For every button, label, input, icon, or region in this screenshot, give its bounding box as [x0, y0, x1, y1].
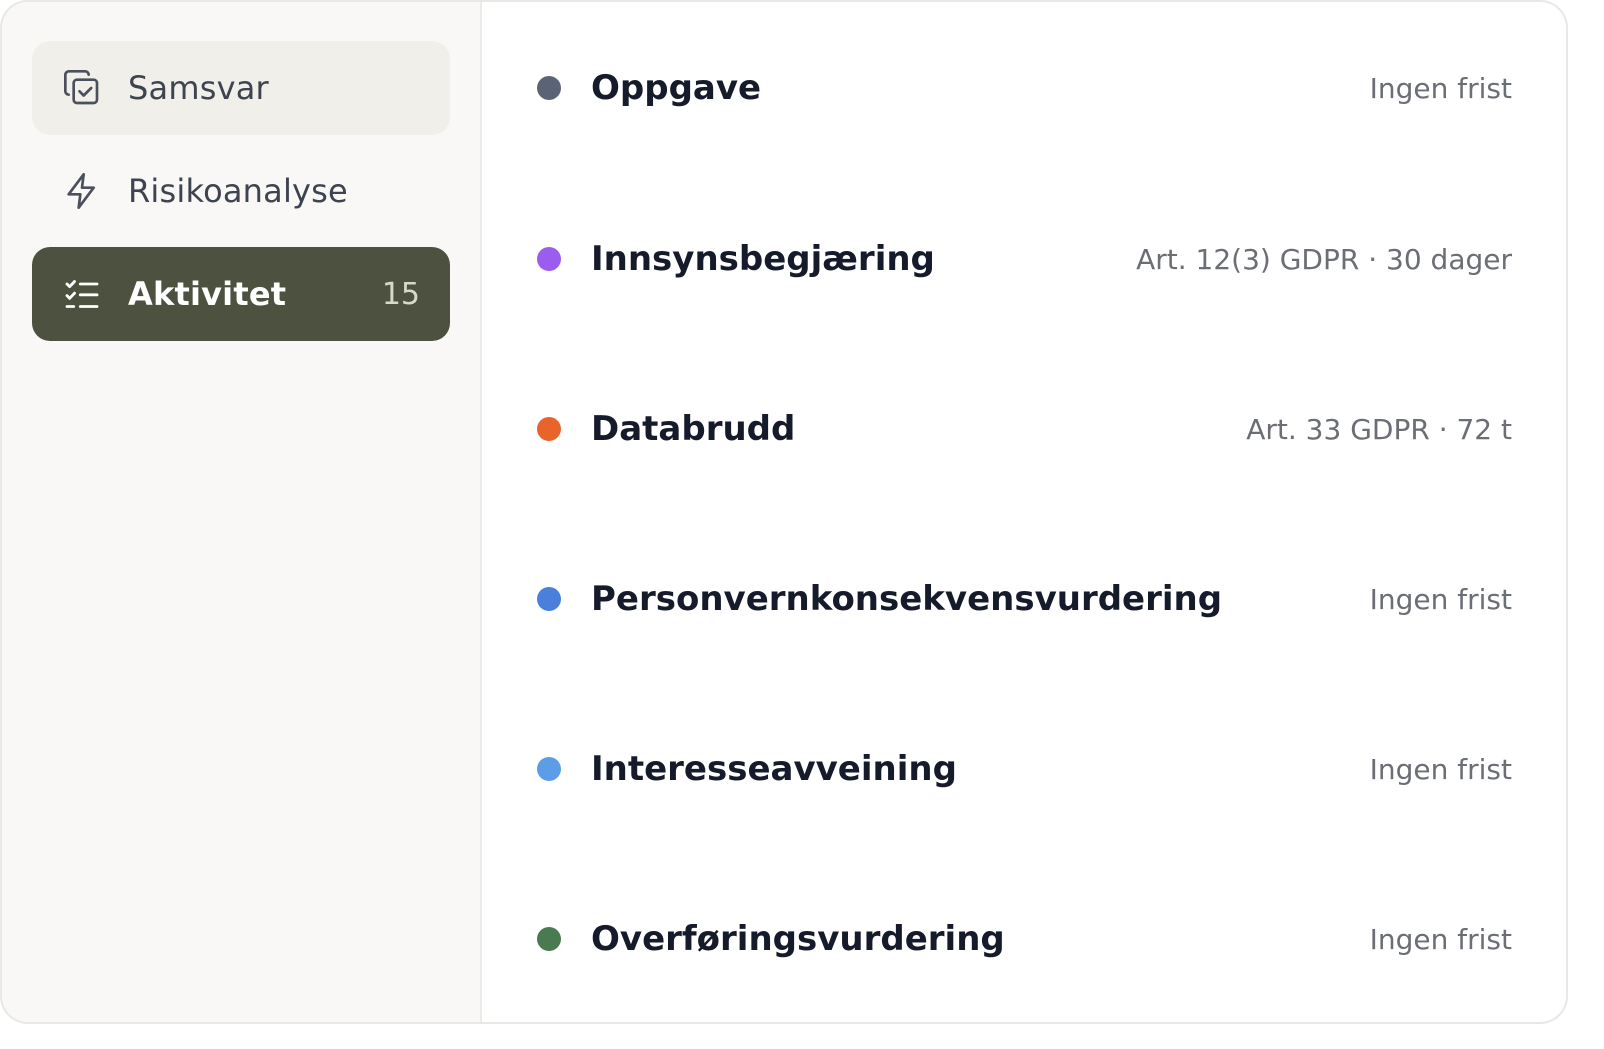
activity-title: Interesseavveining — [591, 749, 957, 789]
activity-row-overforingsvurdering[interactable]: Overføringsvurdering Ingen frist — [536, 854, 1512, 1022]
sidebar-item-samsvar[interactable]: Samsvar — [32, 41, 450, 135]
sidebar-item-risikoanalyse[interactable]: Risikoanalyse — [32, 144, 450, 238]
activity-row-interesseavveining[interactable]: Interesseavveining Ingen frist — [536, 684, 1512, 854]
compliance-check-icon — [62, 68, 102, 108]
activity-row-personvernkonsekvensvurdering[interactable]: Personvernkonsekvensvurdering Ingen fris… — [536, 514, 1512, 684]
app-window: Samsvar Risikoanalyse Aktivitet 15 Oppga… — [0, 0, 1568, 1024]
activity-deadline: Art. 12(3) GDPR · 30 dager — [1136, 242, 1512, 276]
sidebar-item-label: Samsvar — [128, 69, 269, 107]
sidebar: Samsvar Risikoanalyse Aktivitet 15 — [2, 2, 482, 1022]
activity-deadline: Ingen frist — [1369, 922, 1512, 956]
activity-color-dot — [537, 76, 561, 100]
checklist-icon — [62, 274, 102, 314]
activity-deadline: Ingen frist — [1369, 752, 1512, 786]
activity-color-dot — [537, 417, 561, 441]
sidebar-item-aktivitet[interactable]: Aktivitet 15 — [32, 247, 450, 341]
lightning-icon — [62, 171, 102, 211]
activity-color-dot — [537, 757, 561, 781]
activity-color-dot — [537, 247, 561, 271]
activity-title: Databrudd — [591, 409, 796, 449]
activity-deadline: Ingen frist — [1369, 71, 1512, 105]
sidebar-item-label: Aktivitet — [128, 275, 287, 313]
activity-title: Personvernkonsekvensvurdering — [591, 579, 1223, 619]
sidebar-item-label: Risikoanalyse — [128, 172, 348, 210]
activity-row-innsynsbegjaering[interactable]: Innsynsbegjæring Art. 12(3) GDPR · 30 da… — [536, 174, 1512, 344]
activity-row-oppgave[interactable]: Oppgave Ingen frist — [536, 2, 1512, 174]
activity-list: Oppgave Ingen frist Innsynsbegjæring Art… — [482, 2, 1566, 1022]
activity-title: Innsynsbegjæring — [591, 239, 935, 279]
activity-title: Oppgave — [591, 68, 762, 108]
activity-deadline: Art. 33 GDPR · 72 t — [1246, 412, 1512, 446]
activity-deadline: Ingen frist — [1369, 582, 1512, 616]
activity-row-databrudd[interactable]: Databrudd Art. 33 GDPR · 72 t — [536, 344, 1512, 514]
activity-color-dot — [537, 587, 561, 611]
activity-count-badge: 15 — [381, 276, 420, 312]
activity-title: Overføringsvurdering — [591, 919, 1005, 959]
activity-color-dot — [537, 927, 561, 951]
